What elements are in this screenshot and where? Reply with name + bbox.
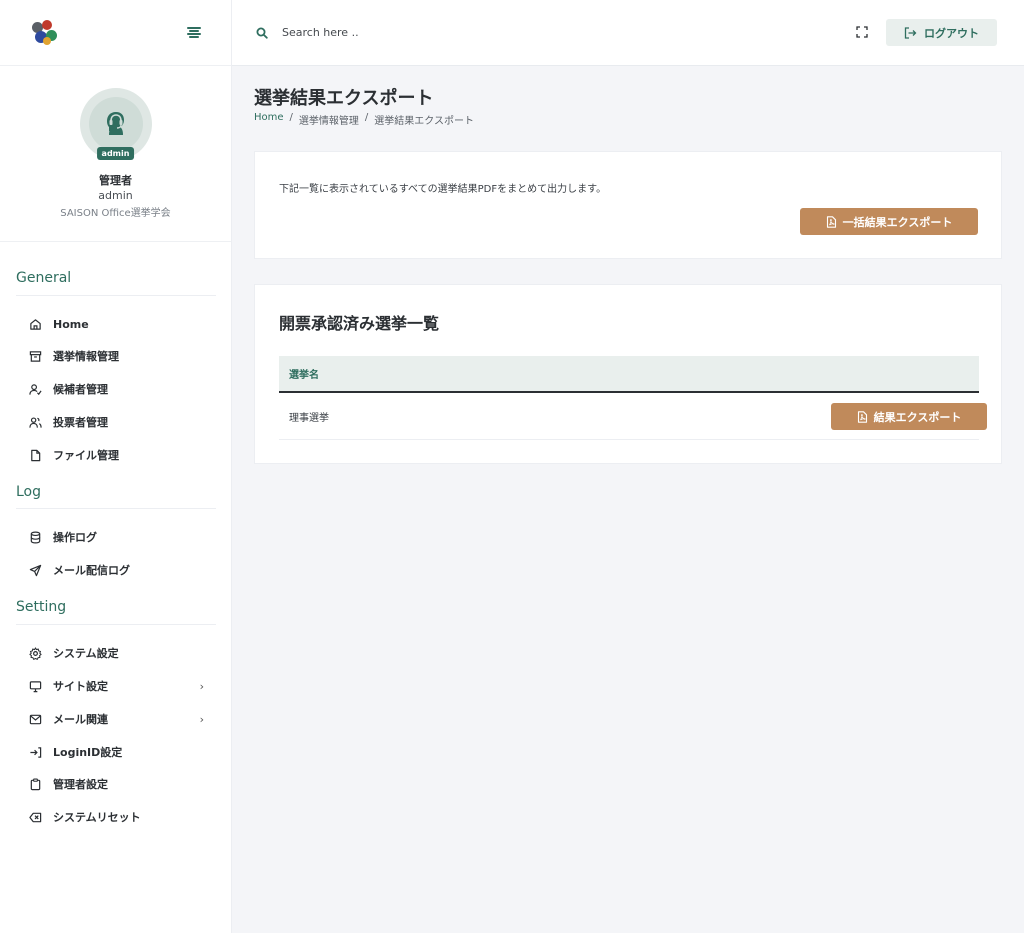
- sidebar-item-label: 候補者管理: [53, 383, 108, 396]
- bulk-export-label: 一括結果エクスポート: [842, 215, 953, 229]
- sidebar-item-system-reset[interactable]: システムリセット: [28, 807, 208, 827]
- sidebar-item-label: メール関連: [53, 713, 108, 726]
- section-title-setting: Setting: [16, 599, 67, 615]
- section-title-general: General: [16, 270, 72, 286]
- chevron-right-icon: ›: [199, 712, 204, 726]
- breadcrumb-election-info[interactable]: 選挙情報管理: [299, 112, 359, 127]
- sidebar-item-admin-settings[interactable]: 管理者設定: [28, 774, 208, 794]
- approved-elections-card: 開票承認済み選挙一覧 選挙名 理事選挙 結果エクスポート: [254, 284, 1002, 464]
- sidebar-item-election-info[interactable]: 選挙情報管理: [28, 346, 208, 366]
- pdf-file-icon: [826, 215, 836, 228]
- sidebar-item-label: システム設定: [53, 647, 119, 660]
- user-profile: admin 管理者 admin SAISON Office選挙学会: [0, 66, 231, 242]
- avatar: admin: [79, 88, 152, 160]
- menu-toggle-icon[interactable]: [187, 26, 201, 39]
- sidebar-item-label: 投票者管理: [53, 416, 108, 429]
- page-title: 選挙結果エクスポート: [254, 88, 434, 109]
- election-name-cell: 理事選挙: [289, 412, 329, 424]
- export-description: 下記一覧に表示されているすべての選挙結果PDFをまとめて出力します。: [279, 184, 607, 195]
- send-icon: [28, 563, 42, 577]
- profile-name: 管理者: [99, 174, 132, 187]
- login-icon: [28, 745, 42, 759]
- sidebar-item-home[interactable]: Home: [28, 314, 208, 334]
- pdf-file-icon: [857, 410, 867, 423]
- mail-icon: [28, 712, 42, 726]
- card-title: 開票承認済み選挙一覧: [279, 314, 440, 333]
- breadcrumb-current: 選挙結果エクスポート: [374, 116, 474, 127]
- breadcrumb-separator: /: [289, 112, 293, 123]
- chevron-right-icon: ›: [199, 679, 204, 693]
- breadcrumb: Home / 選挙情報管理 / 選挙結果エクスポート: [254, 112, 474, 127]
- bulk-export-button[interactable]: 一括結果エクスポート: [800, 208, 978, 235]
- search-icon: [256, 27, 268, 39]
- sidebar-item-label: システムリセット: [53, 811, 141, 824]
- breadcrumb-separator: /: [364, 112, 369, 123]
- role-badge: admin: [96, 147, 135, 160]
- clipboard-icon: [28, 777, 42, 791]
- fullscreen-icon[interactable]: [856, 26, 868, 38]
- column-header-election-name: 選挙名: [289, 370, 319, 381]
- section-title-log: Log: [16, 484, 42, 500]
- file-icon: [28, 448, 42, 462]
- sidebar-item-site-settings[interactable]: サイト設定 ›: [28, 676, 208, 696]
- profile-organization: SAISON Office選挙学会: [60, 208, 171, 219]
- sidebar-item-operation-log[interactable]: 操作ログ: [28, 527, 208, 547]
- support-agent-icon: [106, 112, 124, 135]
- sidebar-item-loginid[interactable]: LoginID設定: [28, 742, 208, 762]
- search-input[interactable]: [282, 26, 682, 39]
- sidebar-item-label: LoginID設定: [53, 746, 123, 759]
- logout-button[interactable]: ログアウト: [886, 19, 997, 46]
- table-header: 選挙名: [279, 356, 979, 393]
- archive-icon: [28, 349, 42, 363]
- export-result-label: 結果エクスポート: [873, 410, 962, 424]
- sidebar-header: [0, 0, 231, 66]
- sidebar-item-label: 選挙情報管理: [53, 350, 119, 363]
- profile-username: admin: [98, 189, 133, 202]
- top-header: ログアウト: [232, 0, 1024, 66]
- sidebar-item-label: Home: [53, 317, 89, 331]
- sidebar-item-mail-log[interactable]: メール配信ログ: [28, 560, 208, 580]
- divider: [16, 295, 216, 296]
- sidebar-item-mail[interactable]: メール関連 ›: [28, 709, 208, 729]
- sidebar-item-label: メール配信ログ: [53, 564, 130, 577]
- users-icon: [28, 415, 42, 429]
- sidebar-item-voters[interactable]: 投票者管理: [28, 412, 208, 432]
- backspace-icon: [28, 810, 42, 824]
- sidebar-item-files[interactable]: ファイル管理: [28, 445, 208, 465]
- bulk-export-card: 下記一覧に表示されているすべての選挙結果PDFをまとめて出力します。 一括結果エ…: [254, 151, 1002, 259]
- divider: [16, 508, 216, 509]
- database-icon: [28, 530, 42, 544]
- export-result-button[interactable]: 結果エクスポート: [831, 403, 987, 430]
- sidebar-item-system-settings[interactable]: システム設定: [28, 643, 208, 663]
- divider: [16, 624, 216, 625]
- logout-label: ログアウト: [924, 26, 979, 40]
- sidebar: admin 管理者 admin SAISON Office選挙学会 Genera…: [0, 0, 232, 933]
- monitor-icon: [28, 679, 42, 693]
- sidebar-item-label: ファイル管理: [53, 449, 119, 462]
- sidebar-item-candidates[interactable]: 候補者管理: [28, 379, 208, 399]
- home-icon: [28, 317, 42, 331]
- breadcrumb-home[interactable]: Home: [254, 112, 284, 127]
- logout-icon: [904, 26, 917, 39]
- sidebar-item-label: 操作ログ: [53, 531, 97, 544]
- user-check-icon: [28, 382, 42, 396]
- app-logo[interactable]: [32, 19, 58, 46]
- gear-icon: [28, 646, 42, 660]
- sidebar-item-label: 管理者設定: [53, 778, 108, 791]
- sidebar-item-label: サイト設定: [53, 680, 108, 693]
- table-row: 理事選挙 結果エクスポート: [279, 393, 987, 440]
